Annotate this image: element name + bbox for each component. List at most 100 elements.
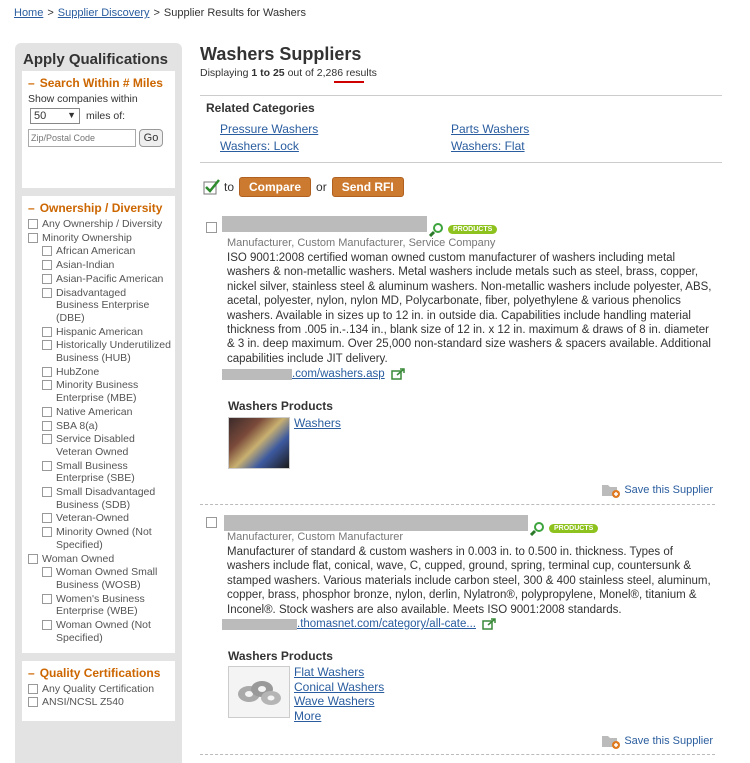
- products-badge[interactable]: PRODUCTS: [448, 224, 498, 234]
- url-text[interactable]: .com/washers.asp: [292, 368, 385, 380]
- option-label: ANSI/NCSL Z540: [42, 696, 124, 709]
- more-products-link[interactable]: More: [294, 709, 321, 724]
- ownership-heading[interactable]: – Ownership / Diversity: [28, 201, 171, 215]
- collapse-icon[interactable]: –: [28, 666, 35, 680]
- option-label: Any Ownership / Diversity: [42, 218, 163, 230]
- checkbox[interactable]: [42, 273, 52, 284]
- checkbox[interactable]: [42, 513, 52, 524]
- related-link[interactable]: Pressure Washers: [220, 122, 318, 136]
- ownership-option[interactable]: Woman Owned (Not Specified): [42, 619, 171, 644]
- checkbox[interactable]: [42, 420, 52, 431]
- related-link[interactable]: Washers: Lock: [220, 139, 299, 153]
- save-supplier[interactable]: Save this Supplier: [601, 482, 713, 498]
- ownership-option[interactable]: Woman Owned Small Business (WOSB): [42, 566, 171, 591]
- ownership-option[interactable]: Minority Ownership: [28, 232, 171, 245]
- ownership-option[interactable]: Disadvantaged Business Enterprise (DBE): [42, 287, 171, 325]
- checkbox[interactable]: [42, 567, 52, 578]
- miles-select-value: 50: [34, 110, 47, 122]
- quality-option[interactable]: Any Quality Certification: [28, 683, 171, 696]
- checkbox[interactable]: [42, 460, 52, 471]
- ownership-option[interactable]: Asian-Indian: [42, 259, 171, 272]
- external-link-icon[interactable]: [391, 368, 405, 380]
- external-link-icon[interactable]: [482, 618, 496, 630]
- url-redacted: [222, 368, 292, 380]
- listing-checkbox[interactable]: [206, 517, 217, 528]
- product-link[interactable]: Flat Washers: [294, 665, 364, 680]
- checkbox[interactable]: [42, 527, 52, 538]
- checkbox[interactable]: [42, 593, 52, 604]
- quality-heading[interactable]: – Quality Certifications: [28, 666, 171, 680]
- compare-button[interactable]: Compare: [239, 177, 312, 197]
- company-url[interactable]: .com/washers.asp: [222, 368, 405, 380]
- collapse-icon[interactable]: –: [28, 76, 35, 90]
- save-supplier-label[interactable]: Save this Supplier: [624, 484, 713, 496]
- show-companies-text: Show companies within: [28, 93, 138, 105]
- checkbox[interactable]: [42, 260, 52, 271]
- checkbox[interactable]: [42, 406, 52, 417]
- listing-checkbox[interactable]: [206, 222, 217, 233]
- checkbox[interactable]: [42, 366, 52, 377]
- save-supplier[interactable]: Save this Supplier: [601, 733, 713, 749]
- checkbox[interactable]: [28, 219, 38, 229]
- quality-option[interactable]: ANSI/NCSL Z540: [28, 696, 171, 709]
- magnifier-icon[interactable]: [530, 520, 546, 537]
- checkbox[interactable]: [42, 287, 52, 298]
- checkbox[interactable]: [42, 380, 52, 391]
- ownership-option[interactable]: Any Ownership / Diversity: [28, 218, 171, 231]
- checkbox[interactable]: [42, 246, 52, 257]
- supplier-name-redacted[interactable]: [224, 515, 528, 531]
- ownership-option[interactable]: Historically Underutilized Business (HUB…: [42, 339, 171, 364]
- product-thumbnail[interactable]: [228, 666, 290, 718]
- option-label: Service Disabled Veteran Owned: [56, 433, 135, 458]
- company-url[interactable]: .thomasnet.com/category/all-cate...: [222, 618, 496, 630]
- ownership-option[interactable]: HubZone: [42, 366, 171, 379]
- ownership-option[interactable]: Service Disabled Veteran Owned: [42, 433, 171, 458]
- ownership-option[interactable]: SBA 8(a): [42, 420, 171, 433]
- product-link[interactable]: Wave Washers: [294, 694, 374, 709]
- ownership-option[interactable]: African American: [42, 245, 171, 258]
- checkbox-checked-icon[interactable]: [203, 178, 221, 196]
- send-rfi-button[interactable]: Send RFI: [331, 177, 404, 197]
- checkbox[interactable]: [28, 232, 38, 243]
- related-link[interactable]: Parts Washers: [451, 122, 529, 136]
- ownership-option[interactable]: Hispanic American: [42, 326, 171, 339]
- supplier-name-redacted[interactable]: [222, 216, 427, 232]
- product-link[interactable]: Washers: [294, 416, 341, 431]
- product-link[interactable]: Conical Washers: [294, 680, 384, 695]
- product-thumbnail[interactable]: [228, 417, 290, 469]
- ownership-option[interactable]: Native American: [42, 406, 171, 419]
- miles-select[interactable]: 50 ▼: [30, 108, 80, 124]
- checkbox[interactable]: [42, 487, 52, 498]
- checkbox[interactable]: [42, 340, 52, 351]
- products-heading: Washers Products: [228, 399, 333, 413]
- checkbox[interactable]: [42, 434, 52, 445]
- checkbox[interactable]: [42, 326, 52, 337]
- breadcrumb-supplier-discovery-link[interactable]: Supplier Discovery: [58, 7, 150, 19]
- breadcrumb-home-link[interactable]: Home: [14, 7, 43, 19]
- collapse-icon[interactable]: –: [28, 201, 35, 215]
- ownership-option[interactable]: Minority Owned (Not Specified): [42, 526, 171, 551]
- go-button[interactable]: Go: [139, 129, 163, 147]
- url-text[interactable]: .thomasnet.com/category/all-cate...: [297, 618, 476, 630]
- save-supplier-label[interactable]: Save this Supplier: [624, 735, 713, 747]
- ownership-option[interactable]: Women's Business Enterprise (WBE): [42, 593, 171, 618]
- ownership-option[interactable]: Small Disadvantaged Business (SDB): [42, 486, 171, 511]
- ownership-option[interactable]: Small Business Enterprise (SBE): [42, 460, 171, 485]
- magnifier-icon[interactable]: [429, 221, 445, 238]
- checkbox[interactable]: [42, 620, 52, 631]
- folder-add-icon[interactable]: [601, 482, 621, 498]
- company-description: Manufacturer of standard & custom washer…: [227, 546, 711, 616]
- out-of-text: out of: [287, 67, 314, 79]
- checkbox[interactable]: [28, 697, 38, 708]
- folder-add-icon[interactable]: [601, 733, 621, 749]
- products-badge[interactable]: PRODUCTS: [549, 523, 599, 533]
- related-link[interactable]: Washers: Flat: [451, 139, 525, 153]
- ownership-option[interactable]: Veteran-Owned: [42, 512, 171, 525]
- checkbox[interactable]: [28, 683, 38, 694]
- search-within-heading[interactable]: – Search Within # Miles: [28, 76, 171, 90]
- ownership-option[interactable]: Woman Owned: [28, 553, 171, 566]
- zip-input[interactable]: [28, 129, 136, 147]
- ownership-option[interactable]: Minority Business Enterprise (MBE): [42, 379, 171, 404]
- checkbox[interactable]: [28, 553, 38, 564]
- ownership-option[interactable]: Asian-Pacific American: [42, 273, 171, 286]
